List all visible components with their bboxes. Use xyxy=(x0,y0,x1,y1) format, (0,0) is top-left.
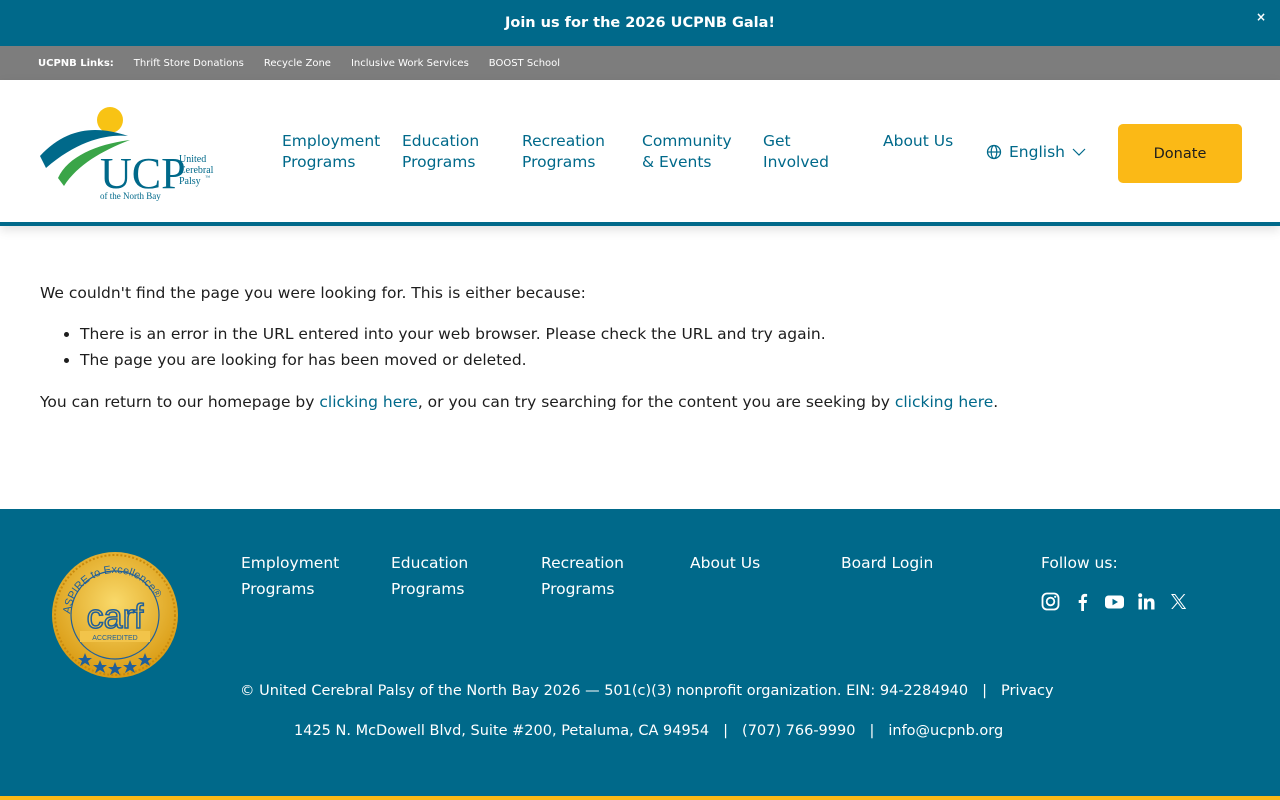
footer-link-line1: Recreation xyxy=(541,554,624,572)
error-intro: We couldn't find the page you were looki… xyxy=(40,284,586,302)
link-boost-school[interactable]: BOOST School xyxy=(489,58,560,69)
list-item: The page you are looking for has been mo… xyxy=(80,347,1240,373)
links-bar-label: UCPNB Links: xyxy=(38,57,114,69)
nav-recreation-programs[interactable]: Recreation Programs xyxy=(522,131,605,173)
link-recycle-zone[interactable]: Recycle Zone xyxy=(264,58,331,69)
youtube-icon[interactable] xyxy=(1105,592,1124,611)
nav-label-line1: Employment xyxy=(282,132,381,150)
footer-link-line2: Programs xyxy=(541,580,615,598)
link-inclusive-work-services[interactable]: Inclusive Work Services xyxy=(351,58,469,69)
copyright-line: © United Cerebral Palsy of the North Bay… xyxy=(240,680,1054,702)
nav-label-line1: Education xyxy=(402,132,480,150)
nav-get-involved[interactable]: Get Involved xyxy=(763,131,829,173)
separator: | xyxy=(869,723,875,739)
return-paragraph: You can return to our homepage by clicki… xyxy=(40,389,1240,415)
instagram-icon[interactable] xyxy=(1041,592,1060,611)
logo-trademark: ™ xyxy=(205,175,210,181)
language-selector[interactable]: English xyxy=(986,143,1086,161)
language-label: English xyxy=(1009,143,1065,161)
footer-link-employment-programs[interactable]: Employment Programs xyxy=(241,550,339,602)
nav-employment-programs[interactable]: Employment Programs xyxy=(282,131,380,173)
privacy-link[interactable]: Privacy xyxy=(1001,683,1054,699)
error-reasons-list: There is an error in the URL entered int… xyxy=(80,321,1240,373)
nav-label-line2: Programs xyxy=(282,153,356,171)
nav-label-line1: Community xyxy=(642,132,732,150)
nav-label-line2: & Events xyxy=(642,153,712,171)
footer-link-line1: Board Login xyxy=(841,554,934,572)
follow-us-label: Follow us: xyxy=(1041,554,1118,572)
logo-subtitle: of the North Bay xyxy=(100,191,161,201)
site-footer: ASPIRE to Excellence® carf ACCREDITED Em… xyxy=(0,509,1280,800)
link-thrift-store-donations[interactable]: Thrift Store Donations xyxy=(134,58,244,69)
separator: | xyxy=(723,723,729,739)
announcement-text[interactable]: Join us for the 2026 UCPNB Gala! xyxy=(505,15,775,31)
address-text: 1425 N. McDowell Blvd, Suite #200, Petal… xyxy=(294,723,710,739)
return-text-suffix: . xyxy=(993,393,999,411)
nav-community-events[interactable]: Community & Events xyxy=(642,131,732,173)
nav-label-line2: Programs xyxy=(522,153,596,171)
footer-link-line1: Employment xyxy=(241,554,340,572)
logo-line2: Cerebral xyxy=(179,165,214,176)
footer-link-education-programs[interactable]: Education Programs xyxy=(391,550,468,602)
badge-band-text: ACCREDITED xyxy=(92,635,138,642)
chevron-down-icon xyxy=(1072,148,1086,156)
nav-about-us[interactable]: About Us xyxy=(883,131,953,152)
ucpnb-links-bar: UCPNB Links: Thrift Store Donations Recy… xyxy=(0,46,1280,80)
badge-word: carf xyxy=(87,598,144,636)
return-text-middle: , or you can try searching for the conte… xyxy=(417,393,895,411)
footer-link-line1: About Us xyxy=(690,554,761,572)
search-link[interactable]: clicking here xyxy=(895,393,993,411)
ucp-logo[interactable]: UCP United Cerebral Palsy ™ of the North… xyxy=(38,106,222,202)
footer-link-line2: Programs xyxy=(241,580,315,598)
x-icon[interactable] xyxy=(1169,592,1188,611)
separator: | xyxy=(982,683,988,699)
nav-label-line2: Involved xyxy=(763,153,829,171)
logo-line3: Palsy xyxy=(179,176,201,187)
footer-link-recreation-programs[interactable]: Recreation Programs xyxy=(541,550,624,602)
donate-button[interactable]: Donate xyxy=(1118,124,1242,183)
contact-line: 1425 N. McDowell Blvd, Suite #200, Petal… xyxy=(294,720,1003,742)
nav-education-programs[interactable]: Education Programs xyxy=(402,131,479,173)
carf-accreditation-badge: ASPIRE to Excellence® carf ACCREDITED xyxy=(52,552,178,678)
homepage-link[interactable]: clicking here xyxy=(319,393,417,411)
linkedin-icon[interactable] xyxy=(1137,592,1156,611)
nav-label-line2: Programs xyxy=(402,153,476,171)
list-item: There is an error in the URL entered int… xyxy=(80,321,1240,347)
close-icon[interactable]: × xyxy=(1256,10,1266,24)
announcement-bar: Join us for the 2026 UCPNB Gala! × xyxy=(0,0,1280,46)
email-link[interactable]: info@ucpnb.org xyxy=(888,723,1003,739)
footer-link-board-login[interactable]: Board Login xyxy=(841,550,933,576)
phone-link[interactable]: (707) 766-9990 xyxy=(742,723,855,739)
nav-label-line1: Recreation xyxy=(522,132,605,150)
footer-link-line1: Education xyxy=(391,554,469,572)
site-header: UCP United Cerebral Palsy ™ of the North… xyxy=(0,80,1280,226)
logo-line1: United xyxy=(179,154,206,165)
copyright-text: © United Cerebral Palsy of the North Bay… xyxy=(240,683,969,699)
page-not-found-content: We couldn't find the page you were looki… xyxy=(40,280,1240,430)
nav-label-line1: About Us xyxy=(883,132,954,150)
footer-link-line2: Programs xyxy=(391,580,465,598)
nav-label-line1: Get xyxy=(763,132,791,150)
footer-link-about-us[interactable]: About Us xyxy=(690,550,760,576)
return-text-prefix: You can return to our homepage by xyxy=(40,393,320,411)
globe-icon xyxy=(986,144,1002,160)
facebook-icon[interactable] xyxy=(1073,592,1092,611)
social-links xyxy=(1041,592,1188,611)
